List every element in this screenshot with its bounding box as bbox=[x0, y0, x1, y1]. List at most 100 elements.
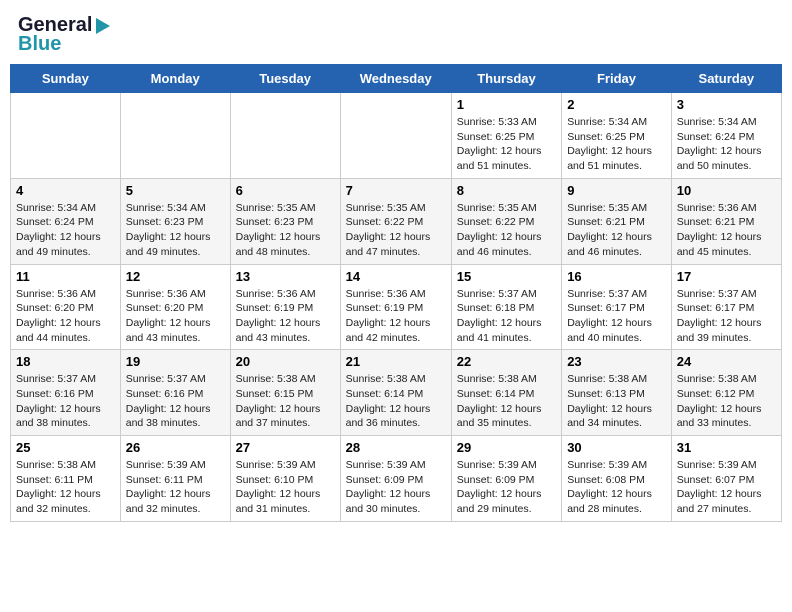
logo-arrow-icon bbox=[96, 18, 110, 34]
day-number: 28 bbox=[346, 440, 446, 455]
day-info: Sunrise: 5:38 AMSunset: 6:13 PMDaylight:… bbox=[567, 372, 666, 431]
calendar-cell bbox=[120, 93, 230, 179]
calendar-cell: 17 Sunrise: 5:37 AMSunset: 6:17 PMDayligh… bbox=[671, 264, 781, 350]
day-info: Sunrise: 5:34 AMSunset: 6:25 PMDaylight:… bbox=[567, 115, 666, 174]
day-info: Sunrise: 5:34 AMSunset: 6:24 PMDaylight:… bbox=[677, 115, 776, 174]
day-info: Sunrise: 5:34 AMSunset: 6:24 PMDaylight:… bbox=[16, 201, 115, 260]
day-number: 16 bbox=[567, 269, 666, 284]
day-info: Sunrise: 5:39 AMSunset: 6:09 PMDaylight:… bbox=[346, 458, 446, 517]
calendar-cell bbox=[340, 93, 451, 179]
day-info: Sunrise: 5:36 AMSunset: 6:19 PMDaylight:… bbox=[346, 287, 446, 346]
day-number: 22 bbox=[457, 354, 556, 369]
calendar-cell: 22 Sunrise: 5:38 AMSunset: 6:14 PMDayligh… bbox=[451, 350, 561, 436]
day-info: Sunrise: 5:38 AMSunset: 6:14 PMDaylight:… bbox=[457, 372, 556, 431]
day-number: 12 bbox=[126, 269, 225, 284]
calendar-cell: 24 Sunrise: 5:38 AMSunset: 6:12 PMDayligh… bbox=[671, 350, 781, 436]
header-day-thursday: Thursday bbox=[451, 65, 561, 93]
logo: General Blue bbox=[18, 14, 110, 56]
day-number: 11 bbox=[16, 269, 115, 284]
day-info: Sunrise: 5:35 AMSunset: 6:21 PMDaylight:… bbox=[567, 201, 666, 260]
day-info: Sunrise: 5:35 AMSunset: 6:22 PMDaylight:… bbox=[346, 201, 446, 260]
calendar-cell: 1Sunrise: 5:33 AMSunset: 6:25 PMDaylight… bbox=[451, 93, 561, 179]
day-number: 29 bbox=[457, 440, 556, 455]
day-number: 20 bbox=[236, 354, 335, 369]
calendar-cell: 23 Sunrise: 5:38 AMSunset: 6:13 PMDayligh… bbox=[562, 350, 672, 436]
day-info: Sunrise: 5:34 AMSunset: 6:23 PMDaylight:… bbox=[126, 201, 225, 260]
calendar-cell: 15Sunrise: 5:37 AMSunset: 6:18 PMDayligh… bbox=[451, 264, 561, 350]
day-info: Sunrise: 5:37 AMSunset: 6:17 PMDaylight:… bbox=[677, 287, 776, 346]
calendar-week-5: 25 Sunrise: 5:38 AMSunset: 6:11 PMDayligh… bbox=[11, 436, 782, 522]
calendar-week-4: 18 Sunrise: 5:37 AMSunset: 6:16 PMDayligh… bbox=[11, 350, 782, 436]
calendar-cell: 6 Sunrise: 5:35 AMSunset: 6:23 PMDaylight… bbox=[230, 178, 340, 264]
calendar-cell: 9 Sunrise: 5:35 AMSunset: 6:21 PMDaylight… bbox=[562, 178, 672, 264]
calendar-cell: 12 Sunrise: 5:36 AMSunset: 6:20 PMDayligh… bbox=[120, 264, 230, 350]
day-info: Sunrise: 5:36 AMSunset: 6:20 PMDaylight:… bbox=[16, 287, 115, 346]
calendar-cell: 5 Sunrise: 5:34 AMSunset: 6:23 PMDaylight… bbox=[120, 178, 230, 264]
calendar-cell: 8 Sunrise: 5:35 AMSunset: 6:22 PMDaylight… bbox=[451, 178, 561, 264]
calendar-cell: 20Sunrise: 5:38 AMSunset: 6:15 PMDayligh… bbox=[230, 350, 340, 436]
day-info: Sunrise: 5:36 AMSunset: 6:20 PMDaylight:… bbox=[126, 287, 225, 346]
calendar-cell: 18 Sunrise: 5:37 AMSunset: 6:16 PMDayligh… bbox=[11, 350, 121, 436]
day-number: 19 bbox=[126, 354, 225, 369]
day-info: Sunrise: 5:35 AMSunset: 6:23 PMDaylight:… bbox=[236, 201, 335, 260]
header-day-monday: Monday bbox=[120, 65, 230, 93]
calendar-cell: 31Sunrise: 5:39 AMSunset: 6:07 PMDayligh… bbox=[671, 436, 781, 522]
day-info: Sunrise: 5:39 AMSunset: 6:08 PMDaylight:… bbox=[567, 458, 666, 517]
day-info: Sunrise: 5:38 AMSunset: 6:12 PMDaylight:… bbox=[677, 372, 776, 431]
header-day-wednesday: Wednesday bbox=[340, 65, 451, 93]
calendar-cell bbox=[230, 93, 340, 179]
day-info: Sunrise: 5:36 AMSunset: 6:21 PMDaylight:… bbox=[677, 201, 776, 260]
calendar-cell: 4Sunrise: 5:34 AMSunset: 6:24 PMDaylight… bbox=[11, 178, 121, 264]
calendar-week-1: 1Sunrise: 5:33 AMSunset: 6:25 PMDaylight… bbox=[11, 93, 782, 179]
page-header: General Blue bbox=[10, 10, 782, 60]
calendar-cell: 11 Sunrise: 5:36 AMSunset: 6:20 PMDayligh… bbox=[11, 264, 121, 350]
calendar-cell: 19 Sunrise: 5:37 AMSunset: 6:16 PMDayligh… bbox=[120, 350, 230, 436]
day-number: 27 bbox=[236, 440, 335, 455]
day-number: 26 bbox=[126, 440, 225, 455]
day-number: 17 bbox=[677, 269, 776, 284]
header-day-friday: Friday bbox=[562, 65, 672, 93]
calendar-header-row: SundayMondayTuesdayWednesdayThursdayFrid… bbox=[11, 65, 782, 93]
day-number: 6 bbox=[236, 183, 335, 198]
calendar-cell: 27 Sunrise: 5:39 AMSunset: 6:10 PMDayligh… bbox=[230, 436, 340, 522]
day-number: 23 bbox=[567, 354, 666, 369]
day-info: Sunrise: 5:39 AMSunset: 6:07 PMDaylight:… bbox=[677, 458, 776, 517]
day-info: Sunrise: 5:39 AMSunset: 6:11 PMDaylight:… bbox=[126, 458, 225, 517]
calendar-cell: 16 Sunrise: 5:37 AMSunset: 6:17 PMDayligh… bbox=[562, 264, 672, 350]
calendar-cell: 2 Sunrise: 5:34 AMSunset: 6:25 PMDaylight… bbox=[562, 93, 672, 179]
calendar-cell: 25 Sunrise: 5:38 AMSunset: 6:11 PMDayligh… bbox=[11, 436, 121, 522]
calendar-cell: 3Sunrise: 5:34 AMSunset: 6:24 PMDaylight… bbox=[671, 93, 781, 179]
calendar-week-2: 4Sunrise: 5:34 AMSunset: 6:24 PMDaylight… bbox=[11, 178, 782, 264]
day-number: 1 bbox=[457, 97, 556, 112]
day-info: Sunrise: 5:39 AMSunset: 6:09 PMDaylight:… bbox=[457, 458, 556, 517]
header-day-sunday: Sunday bbox=[11, 65, 121, 93]
calendar-cell bbox=[11, 93, 121, 179]
calendar-body: 1Sunrise: 5:33 AMSunset: 6:25 PMDaylight… bbox=[11, 93, 782, 522]
day-number: 9 bbox=[567, 183, 666, 198]
calendar-table: SundayMondayTuesdayWednesdayThursdayFrid… bbox=[10, 64, 782, 522]
day-number: 25 bbox=[16, 440, 115, 455]
day-info: Sunrise: 5:37 AMSunset: 6:17 PMDaylight:… bbox=[567, 287, 666, 346]
day-info: Sunrise: 5:38 AMSunset: 6:14 PMDaylight:… bbox=[346, 372, 446, 431]
header-day-saturday: Saturday bbox=[671, 65, 781, 93]
day-number: 13 bbox=[236, 269, 335, 284]
day-number: 5 bbox=[126, 183, 225, 198]
logo-blue: Blue bbox=[18, 33, 61, 56]
day-info: Sunrise: 5:37 AMSunset: 6:16 PMDaylight:… bbox=[16, 372, 115, 431]
calendar-cell: 14Sunrise: 5:36 AMSunset: 6:19 PMDayligh… bbox=[340, 264, 451, 350]
day-info: Sunrise: 5:38 AMSunset: 6:11 PMDaylight:… bbox=[16, 458, 115, 517]
day-number: 21 bbox=[346, 354, 446, 369]
day-info: Sunrise: 5:39 AMSunset: 6:10 PMDaylight:… bbox=[236, 458, 335, 517]
calendar-week-3: 11 Sunrise: 5:36 AMSunset: 6:20 PMDayligh… bbox=[11, 264, 782, 350]
day-number: 24 bbox=[677, 354, 776, 369]
day-info: Sunrise: 5:37 AMSunset: 6:16 PMDaylight:… bbox=[126, 372, 225, 431]
day-number: 8 bbox=[457, 183, 556, 198]
calendar-cell: 7Sunrise: 5:35 AMSunset: 6:22 PMDaylight… bbox=[340, 178, 451, 264]
calendar-cell: 28 Sunrise: 5:39 AMSunset: 6:09 PMDayligh… bbox=[340, 436, 451, 522]
day-number: 2 bbox=[567, 97, 666, 112]
day-number: 18 bbox=[16, 354, 115, 369]
day-info: Sunrise: 5:35 AMSunset: 6:22 PMDaylight:… bbox=[457, 201, 556, 260]
calendar-cell: 30Sunrise: 5:39 AMSunset: 6:08 PMDayligh… bbox=[562, 436, 672, 522]
day-info: Sunrise: 5:36 AMSunset: 6:19 PMDaylight:… bbox=[236, 287, 335, 346]
day-number: 15 bbox=[457, 269, 556, 284]
